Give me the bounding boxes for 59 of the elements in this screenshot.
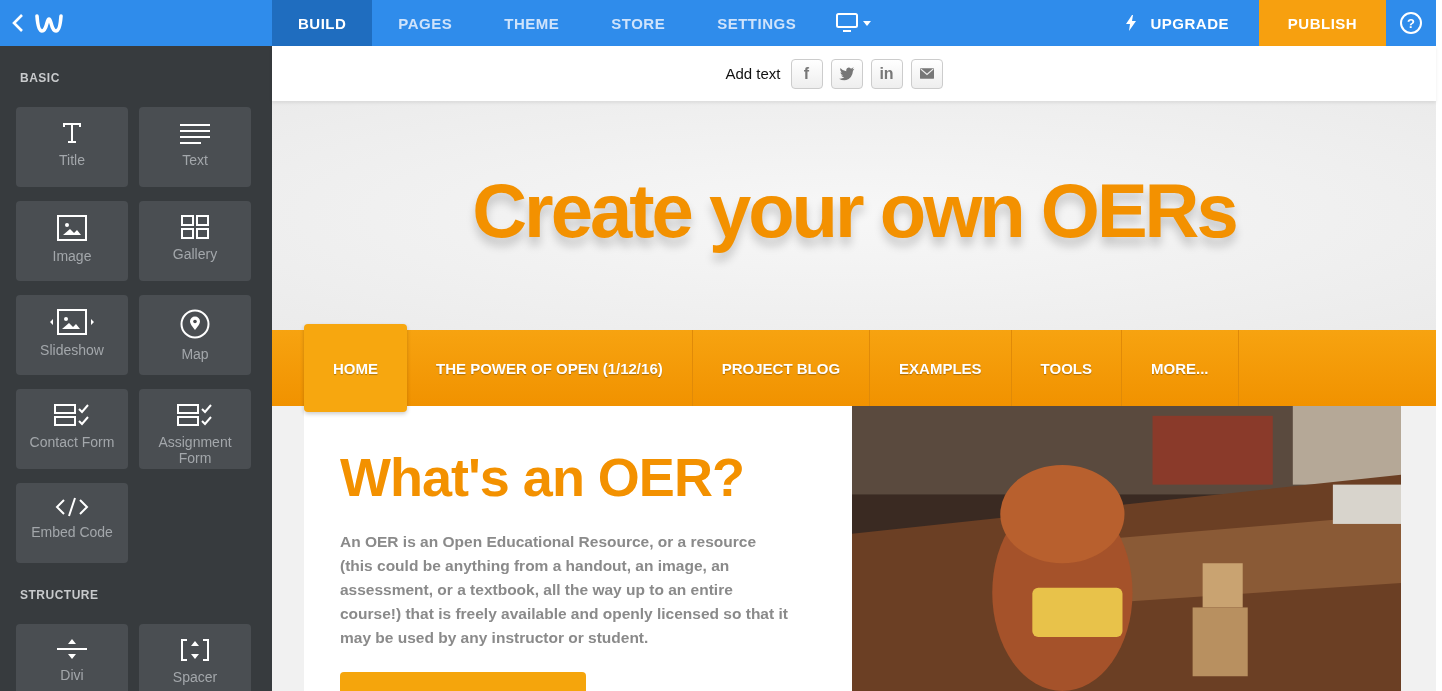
- element-tile[interactable]: Embed Code: [16, 483, 128, 563]
- form-check-icon: [54, 403, 90, 427]
- grid-icon: [181, 215, 209, 239]
- tile-label: Map: [180, 346, 210, 362]
- code-icon: [55, 497, 89, 517]
- element-tile[interactable]: Gallery: [139, 201, 251, 281]
- paragraph: An OER is an Open Educational Resource, or a resource (this could be anything from a handout, an image, an assessment, or a textbook, all the way up to an entire course!) that is freely available and openly licensed so that it may be used by any instructor or student.: [340, 532, 788, 648]
- tile-label: Title: [58, 152, 86, 168]
- spacer-icon: [180, 638, 210, 662]
- form-check-icon: [177, 403, 213, 427]
- tile-label: Divi: [59, 667, 85, 683]
- element-tile[interactable]: Divi: [16, 624, 128, 691]
- divider-icon: [56, 638, 88, 660]
- nav-tab[interactable]: BUILD: [272, 0, 373, 46]
- tile-label: Text: [181, 152, 209, 168]
- element-tile[interactable]: Title: [16, 107, 128, 187]
- element-tile[interactable]: Image: [16, 201, 128, 281]
- element-tile[interactable]: Slideshow: [16, 295, 128, 375]
- share-button[interactable]: in: [870, 58, 903, 89]
- image-icon: [57, 215, 87, 241]
- element-tile[interactable]: Map: [139, 295, 251, 375]
- tile-label: Contact Form: [28, 434, 116, 450]
- upgrade-button[interactable]: UPGRADE: [1096, 0, 1259, 46]
- letter-t-icon: [60, 121, 84, 145]
- share-button[interactable]: [910, 58, 943, 89]
- back-icon[interactable]: [12, 13, 24, 33]
- nav-tab[interactable]: SETTINGS: [691, 0, 823, 46]
- caret-icon: [863, 20, 872, 26]
- add-text-label: Add text: [725, 65, 781, 82]
- lightning-icon: [1126, 15, 1137, 31]
- element-tile[interactable]: Contact Form: [16, 389, 128, 469]
- publish-button[interactable]: PUBLISH: [1259, 0, 1386, 46]
- share-button[interactable]: f: [790, 58, 823, 89]
- element-tile[interactable]: Text: [139, 107, 251, 187]
- slideshow-icon: [49, 309, 95, 335]
- element-tile[interactable]: Assignment Form: [139, 389, 251, 469]
- section-title: BASIC: [19, 70, 61, 87]
- nav-tab[interactable]: STORE: [585, 0, 692, 46]
- tile-label: Image: [51, 248, 93, 264]
- tile-label: Slideshow: [39, 342, 105, 358]
- nav-tab[interactable]: PAGES: [372, 0, 479, 46]
- monitor-icon: [836, 13, 859, 33]
- tile-label: Gallery: [171, 246, 219, 262]
- lines-icon: [179, 121, 211, 145]
- section-heading: What's an OER?: [340, 446, 745, 508]
- share-button[interactable]: [830, 58, 863, 89]
- logo-icon[interactable]: [34, 11, 64, 35]
- bird-icon: [838, 66, 855, 81]
- section-title: STRUCTURE: [19, 587, 100, 604]
- site-nav-link[interactable]: HOME: [304, 324, 407, 412]
- mail-icon: [919, 68, 934, 79]
- map-pin-icon: [180, 309, 210, 339]
- help-button[interactable]: ?: [1400, 12, 1422, 34]
- tile-label: Spacer: [171, 669, 219, 685]
- nav-tab[interactable]: THEME: [478, 0, 586, 46]
- element-tile[interactable]: Spacer: [139, 624, 251, 691]
- hero-title: Create your own OERs: [472, 167, 1236, 254]
- tile-label: Assignment Form: [157, 434, 233, 466]
- tile-label: Embed Code: [30, 524, 114, 540]
